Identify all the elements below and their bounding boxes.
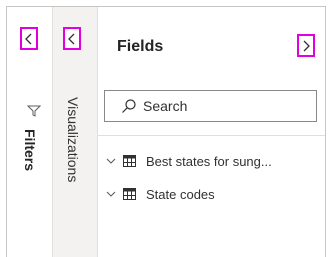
- fields-divider: [98, 135, 325, 136]
- search-icon: [122, 99, 136, 113]
- fields-pane: Fields Best states for sung...: [98, 7, 325, 257]
- table-name: State codes: [146, 186, 215, 202]
- table-row[interactable]: State codes: [98, 183, 325, 205]
- filters-label[interactable]: Filters: [22, 129, 38, 171]
- fields-title: Fields: [117, 38, 164, 55]
- chevron-right-icon: [303, 40, 310, 51]
- search-input[interactable]: [143, 98, 313, 114]
- funnel-icon: [27, 105, 41, 117]
- table-icon: [123, 155, 136, 167]
- visualizations-label[interactable]: Visualizations: [65, 97, 81, 182]
- chevron-left-icon: [68, 33, 75, 44]
- chevron-down-icon[interactable]: [106, 190, 116, 198]
- fields-search-box[interactable]: [104, 90, 317, 122]
- visualizations-pane: Visualizations: [53, 7, 98, 257]
- table-row[interactable]: Best states for sung...: [98, 150, 325, 172]
- filters-collapse-button[interactable]: [20, 27, 38, 50]
- chevron-down-icon[interactable]: [106, 157, 116, 165]
- chevron-left-icon: [25, 33, 32, 44]
- fields-expand-button[interactable]: [297, 34, 315, 57]
- visualizations-collapse-button[interactable]: [63, 27, 81, 50]
- filters-pane: Filters: [7, 7, 53, 257]
- table-icon: [123, 188, 136, 200]
- table-name: Best states for sung...: [146, 153, 272, 169]
